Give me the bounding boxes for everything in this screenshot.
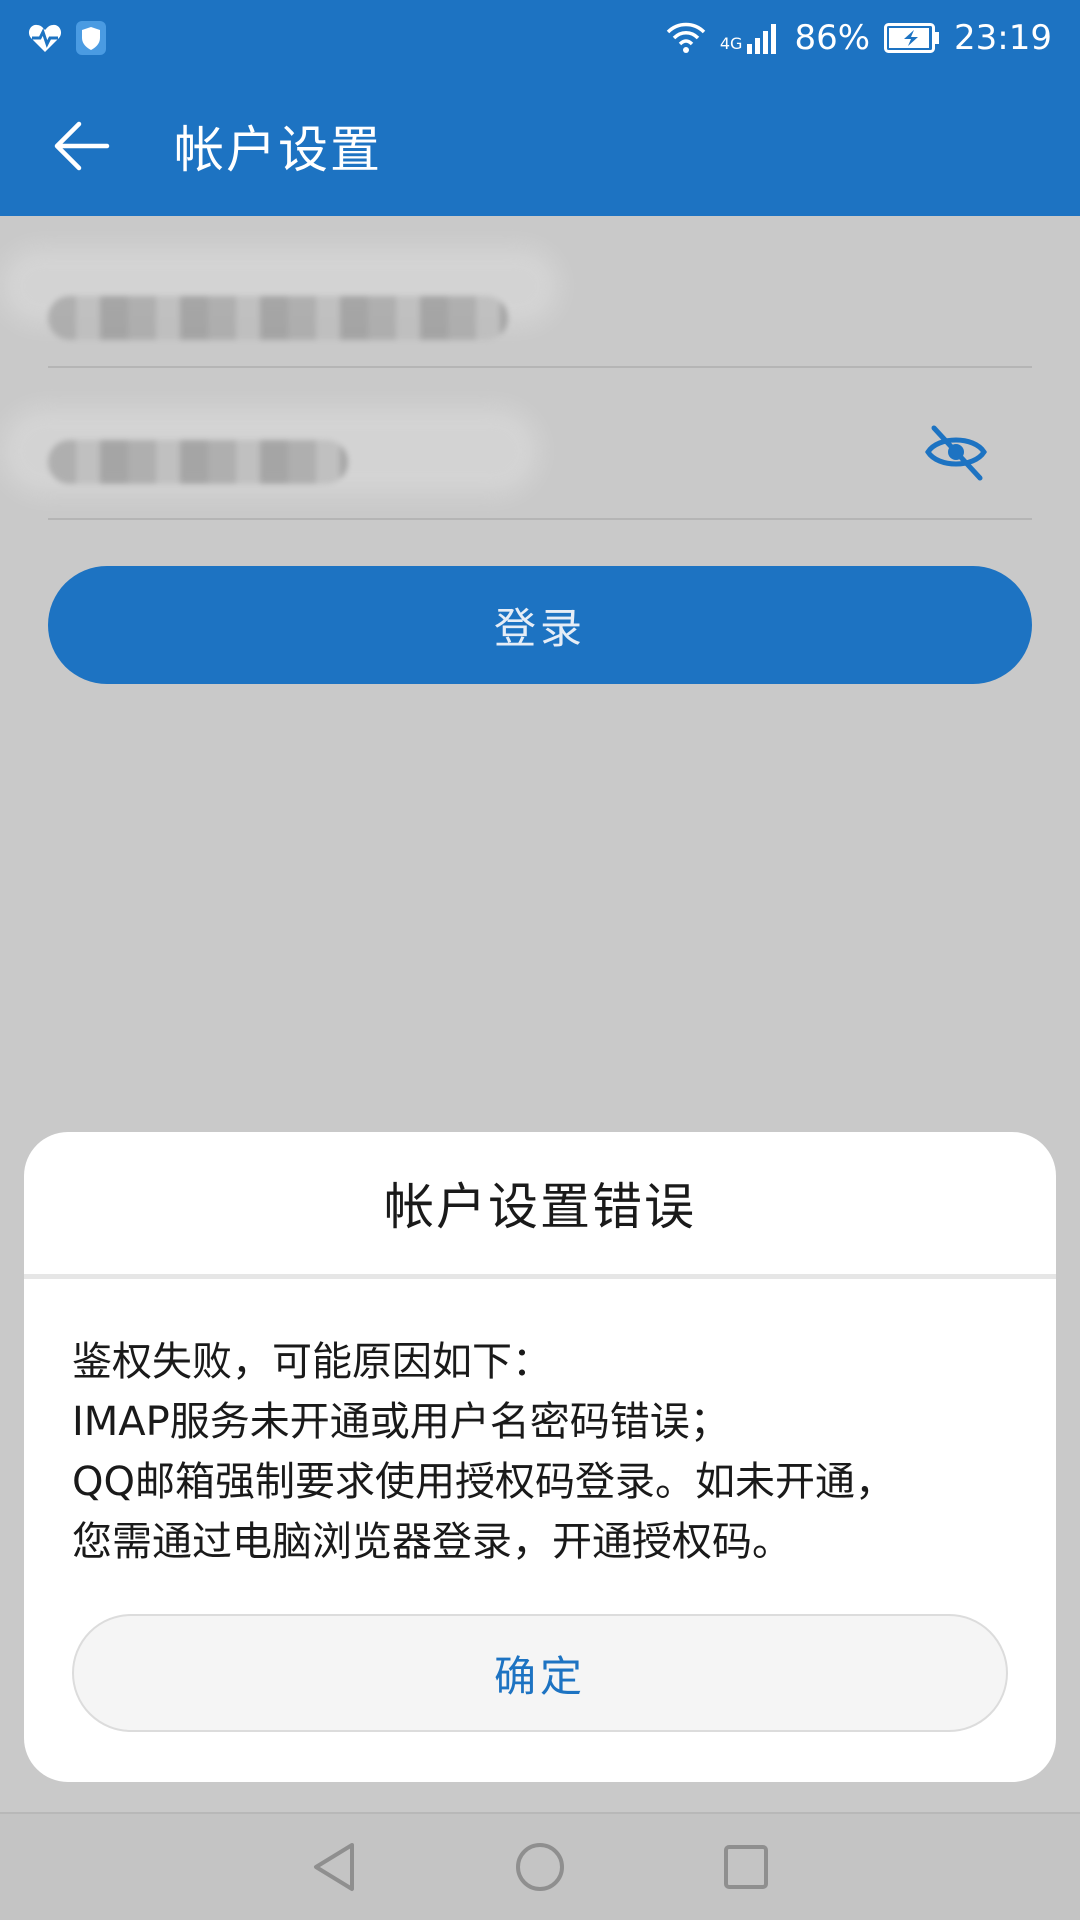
- password-value-redacted: [48, 440, 348, 484]
- battery-percent: 86%: [794, 18, 871, 58]
- recents-square-icon: [724, 1845, 768, 1889]
- email-field[interactable]: [48, 256, 1032, 368]
- screen: 4G 86% 23:19 帐户设置 登录 帐户设置错误 鉴权失败，可能原因如下：…: [0, 0, 1080, 1920]
- dialog-message-line: IMAP服务未开通或用户名密码错误；: [72, 1399, 730, 1445]
- status-bar-left: [28, 21, 106, 55]
- eye-off-icon: [925, 425, 987, 481]
- password-visibility-toggle[interactable]: [924, 420, 988, 484]
- dialog-divider: [24, 1274, 1056, 1279]
- nav-home-button[interactable]: [510, 1837, 570, 1897]
- arrow-back-icon: [54, 121, 110, 171]
- status-bar: 4G 86% 23:19: [0, 0, 1080, 76]
- status-time: 23:19: [954, 18, 1052, 58]
- confirm-button[interactable]: 确定: [72, 1614, 1008, 1732]
- nav-recents-button[interactable]: [716, 1837, 776, 1897]
- dialog-message-line: QQ邮箱强制要求使用授权码登录。如未开通，: [72, 1459, 895, 1505]
- back-button[interactable]: [52, 116, 112, 176]
- email-value-redacted: [48, 296, 508, 340]
- dialog-message: 鉴权失败，可能原因如下： IMAP服务未开通或用户名密码错误； QQ邮箱强制要求…: [72, 1332, 1012, 1572]
- navigation-bar: [0, 1812, 1080, 1920]
- back-triangle-icon: [314, 1843, 354, 1891]
- error-dialog: 帐户设置错误 鉴权失败，可能原因如下： IMAP服务未开通或用户名密码错误； Q…: [24, 1132, 1056, 1782]
- app-bar: 帐户设置: [0, 76, 1080, 216]
- wifi-icon: [666, 22, 706, 54]
- page-title: 帐户设置: [174, 121, 382, 179]
- home-circle-icon: [516, 1843, 564, 1891]
- nav-back-button[interactable]: [304, 1837, 364, 1897]
- network-type: 4G: [719, 34, 743, 53]
- status-bar-right: 4G 86% 23:19: [666, 18, 1052, 58]
- signal-icon: [746, 22, 780, 54]
- login-button[interactable]: 登录: [48, 566, 1032, 684]
- password-field[interactable]: [48, 368, 1032, 520]
- dialog-title: 帐户设置错误: [384, 1178, 696, 1236]
- health-icon: [28, 23, 62, 53]
- dialog-message-line: 您需通过电脑浏览器登录，开通授权码。: [72, 1519, 792, 1565]
- shield-icon: [76, 21, 106, 55]
- battery-icon: [884, 23, 940, 53]
- dialog-message-line: 鉴权失败，可能原因如下：: [72, 1339, 552, 1385]
